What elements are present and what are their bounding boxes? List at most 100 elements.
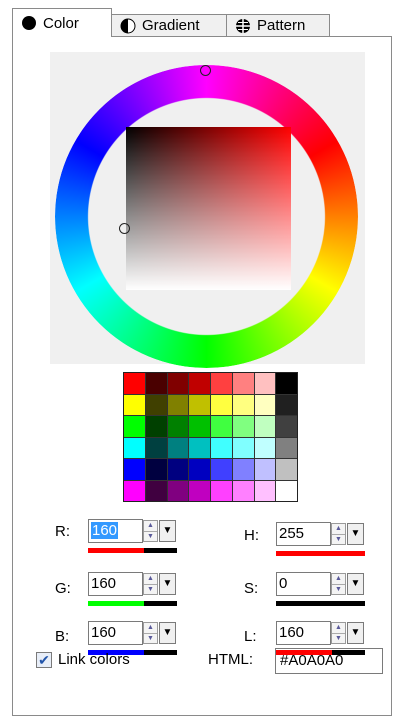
spin-down-icon[interactable]: ▼ <box>332 633 345 644</box>
palette-swatch[interactable] <box>167 437 189 458</box>
chevron-down-icon: ▼ <box>350 528 361 539</box>
palette-swatch[interactable] <box>189 459 210 480</box>
palette-swatch[interactable] <box>124 437 145 458</box>
palette-swatch[interactable] <box>189 416 210 437</box>
palette-swatch[interactable] <box>276 437 297 458</box>
spin-down-icon[interactable]: ▼ <box>144 584 157 595</box>
spin-up-icon[interactable]: ▲ <box>332 623 345 633</box>
palette-swatch[interactable] <box>232 437 254 458</box>
r-dropdown[interactable]: ▼ <box>159 520 176 542</box>
palette-swatch[interactable] <box>145 373 167 394</box>
s-spinner[interactable]: ▲ ▼ <box>331 573 346 595</box>
palette-swatch[interactable] <box>276 373 297 394</box>
chevron-down-icon: ▼ <box>350 578 361 589</box>
palette-swatch[interactable] <box>167 480 189 501</box>
s-input[interactable]: 0 <box>276 572 331 596</box>
r-input[interactable]: 160 <box>88 519 143 543</box>
s-level-bar <box>276 601 365 606</box>
palette-swatch[interactable] <box>145 394 167 415</box>
palette-swatch[interactable] <box>254 416 276 437</box>
hue-selector-handle[interactable] <box>200 65 211 76</box>
palette-swatch[interactable] <box>211 480 232 501</box>
spin-up-icon[interactable]: ▲ <box>332 524 345 534</box>
b-input[interactable]: 160 <box>88 621 143 645</box>
spin-down-icon[interactable]: ▼ <box>144 531 157 542</box>
s-value: 0 <box>279 575 288 592</box>
checkmark-icon: ✔ <box>38 652 50 668</box>
palette-swatch[interactable] <box>124 480 145 501</box>
spin-down-icon[interactable]: ▼ <box>332 584 345 595</box>
spin-down-icon[interactable]: ▼ <box>332 534 345 545</box>
palette-swatch[interactable] <box>145 480 167 501</box>
palette-swatch[interactable] <box>145 459 167 480</box>
palette-swatch[interactable] <box>276 416 297 437</box>
color-wheel-area <box>50 52 365 368</box>
tab-color[interactable]: Color <box>12 8 112 37</box>
s-label: S: <box>244 580 259 597</box>
b-dropdown[interactable]: ▼ <box>159 622 176 644</box>
l-spinner[interactable]: ▲ ▼ <box>331 622 346 644</box>
r-spinner[interactable]: ▲ ▼ <box>143 520 158 542</box>
palette-swatch[interactable] <box>124 394 145 415</box>
palette-swatch[interactable] <box>276 459 297 480</box>
s-dropdown[interactable]: ▼ <box>347 573 364 595</box>
palette-swatch[interactable] <box>254 394 276 415</box>
g-label: G: <box>55 580 71 597</box>
palette-swatch[interactable] <box>211 437 232 458</box>
palette-swatch[interactable] <box>211 459 232 480</box>
palette-swatch[interactable] <box>211 394 232 415</box>
palette-swatch[interactable] <box>167 459 189 480</box>
palette-swatch[interactable] <box>189 437 210 458</box>
g-input[interactable]: 160 <box>88 572 143 596</box>
palette-swatch[interactable] <box>254 480 276 501</box>
palette-swatch[interactable] <box>232 394 254 415</box>
g-spinner[interactable]: ▲ ▼ <box>143 573 158 595</box>
palette-swatch[interactable] <box>232 480 254 501</box>
l-value: 160 <box>279 624 305 641</box>
palette-swatch[interactable] <box>167 373 189 394</box>
palette-swatch[interactable] <box>211 416 232 437</box>
palette-swatch[interactable] <box>124 373 145 394</box>
palette-swatch[interactable] <box>232 416 254 437</box>
saturation-lightness-square[interactable] <box>126 127 291 290</box>
l-dropdown[interactable]: ▼ <box>347 622 364 644</box>
palette-swatch[interactable] <box>145 437 167 458</box>
spin-up-icon[interactable]: ▲ <box>144 574 157 584</box>
b-spinner[interactable]: ▲ ▼ <box>143 622 158 644</box>
l-input[interactable]: 160 <box>276 621 331 645</box>
html-color-input[interactable]: #A0A0A0 <box>275 648 383 674</box>
spin-up-icon[interactable]: ▲ <box>332 574 345 584</box>
palette-swatch[interactable] <box>211 373 232 394</box>
h-spinner[interactable]: ▲ ▼ <box>331 523 346 545</box>
tab-pattern[interactable]: Pattern <box>226 14 330 36</box>
palette-swatch[interactable] <box>232 373 254 394</box>
palette-swatch[interactable] <box>167 394 189 415</box>
palette-swatch[interactable] <box>189 480 210 501</box>
saturation-lightness-selector-handle[interactable] <box>119 223 130 234</box>
palette-swatch[interactable] <box>254 459 276 480</box>
palette-swatch[interactable] <box>124 416 145 437</box>
h-input[interactable]: 255 <box>276 522 331 546</box>
palette-swatch[interactable] <box>145 416 167 437</box>
h-dropdown[interactable]: ▼ <box>347 523 364 545</box>
palette-swatch[interactable] <box>276 480 297 501</box>
palette-swatch[interactable] <box>254 373 276 394</box>
link-colors-checkbox[interactable]: ✔ <box>36 652 52 668</box>
spin-down-icon[interactable]: ▼ <box>144 633 157 644</box>
palette-swatch[interactable] <box>167 416 189 437</box>
chevron-down-icon: ▼ <box>162 627 173 638</box>
spin-up-icon[interactable]: ▲ <box>144 521 157 531</box>
g-dropdown[interactable]: ▼ <box>159 573 176 595</box>
palette-swatch[interactable] <box>189 373 210 394</box>
tab-gradient[interactable]: Gradient <box>111 14 227 36</box>
chevron-down-icon: ▼ <box>162 578 173 589</box>
palette-swatch[interactable] <box>232 459 254 480</box>
spin-up-icon[interactable]: ▲ <box>144 623 157 633</box>
palette-swatch[interactable] <box>276 394 297 415</box>
palette-swatch[interactable] <box>124 459 145 480</box>
chevron-down-icon: ▼ <box>350 627 361 638</box>
html-label: HTML: <box>208 651 253 668</box>
palette-swatch[interactable] <box>189 394 210 415</box>
palette-swatch[interactable] <box>254 437 276 458</box>
g-value: 160 <box>91 575 117 592</box>
